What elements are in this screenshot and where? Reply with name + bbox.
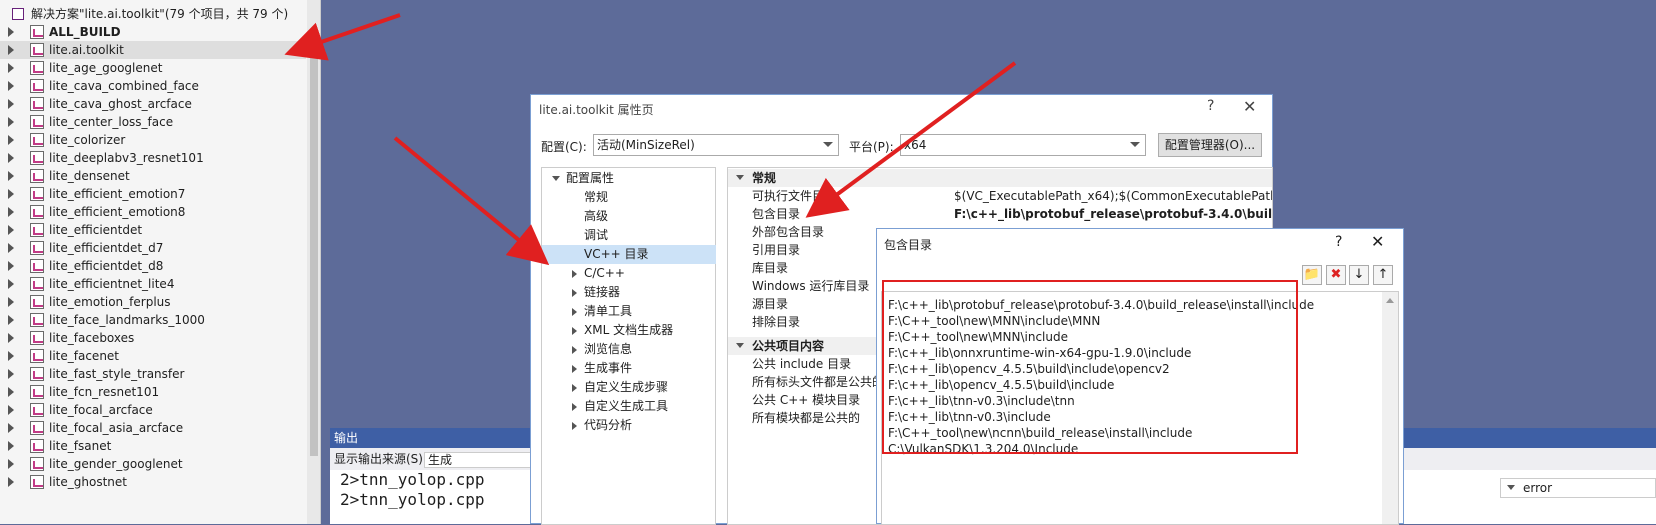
arrow-to-include-dirs [805, 61, 1017, 218]
arrow-to-vc-dirs [393, 136, 550, 266]
annotation-arrows [284, 13, 1017, 266]
arrow-to-project [284, 13, 401, 61]
